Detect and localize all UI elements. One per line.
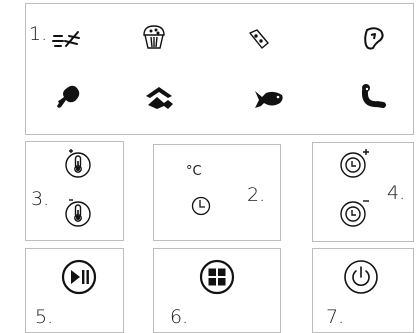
panel-number: 5. [35, 306, 54, 328]
fish-icon[interactable] [254, 89, 284, 109]
play-pause-icon[interactable] [61, 259, 97, 295]
time-up-icon[interactable] [339, 148, 371, 180]
cheese-icon[interactable] [247, 28, 271, 50]
power-icon[interactable] [343, 259, 379, 295]
temp-up-icon[interactable] [63, 148, 93, 182]
temperature-panel: 3. [25, 141, 124, 241]
food-programs-panel: 1. [25, 3, 414, 135]
vegetables-icon[interactable] [145, 85, 175, 111]
time-panel: 4. [312, 142, 414, 242]
panel-number: 3. [31, 188, 50, 210]
panel-number: 4. [387, 182, 406, 204]
power-panel: 7. [312, 248, 414, 333]
steak-icon[interactable] [362, 26, 386, 52]
temp-down-icon[interactable] [63, 197, 93, 231]
clock-icon [191, 196, 211, 216]
panel-number: 7. [326, 306, 345, 328]
panel-number: 1. [29, 23, 48, 45]
menu-panel: 6. [153, 248, 281, 333]
start-pause-panel: 5. [25, 248, 124, 333]
display-panel: °C 2. [153, 144, 281, 241]
baking-icon[interactable] [141, 23, 167, 51]
panel-number: 2. [247, 184, 266, 206]
panel-number: 6. [170, 306, 189, 328]
time-down-icon[interactable] [339, 197, 371, 229]
defrost-icon[interactable] [52, 28, 82, 50]
sausage-icon[interactable] [359, 83, 387, 111]
menu-grid-icon[interactable] [199, 259, 235, 295]
unit-label: °C [186, 164, 202, 179]
chicken-leg-icon[interactable] [56, 84, 82, 110]
